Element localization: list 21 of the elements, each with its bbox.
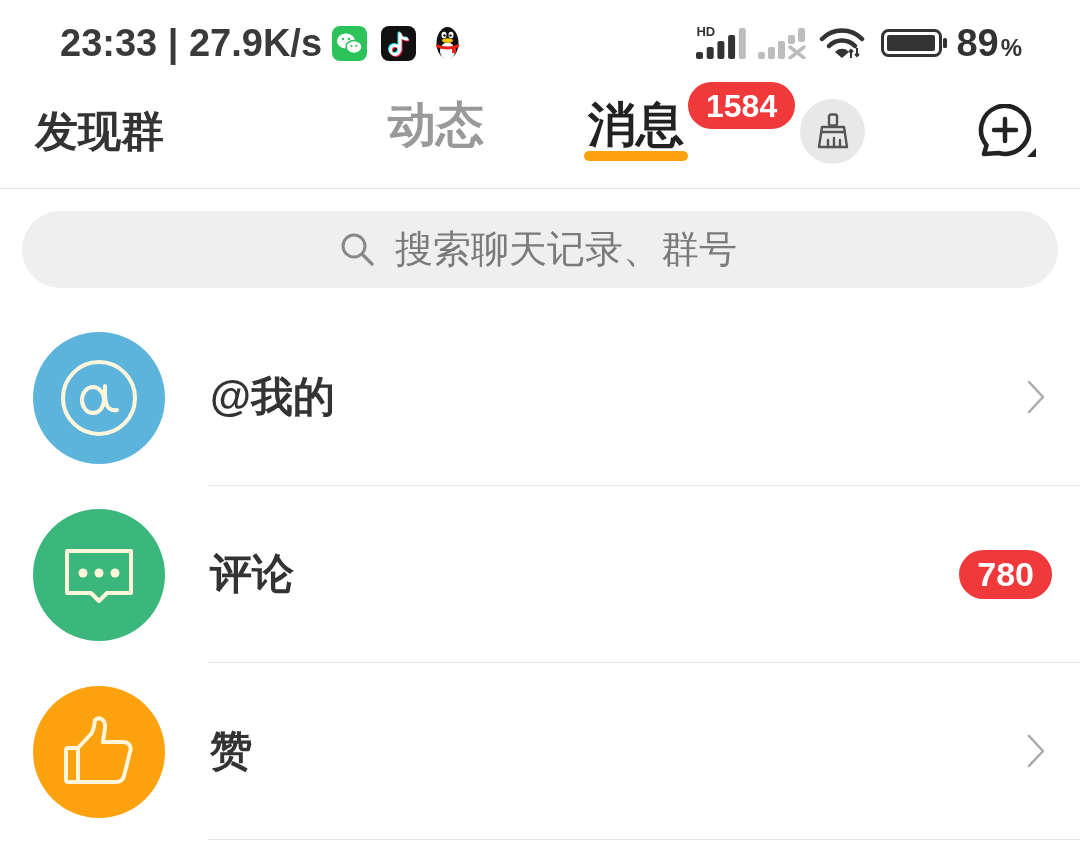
- battery-icon: [881, 29, 949, 57]
- list-item-label[interactable]: 评论: [210, 553, 294, 595]
- list-item-label[interactable]: 赞: [210, 730, 252, 772]
- header-link[interactable]: 发现群: [35, 109, 164, 153]
- music-note-app-icon: [381, 25, 417, 61]
- signal-bars-icon: [696, 27, 747, 59]
- list-item-label[interactable]: @我的: [210, 376, 335, 418]
- chevron-right-icon: [1027, 380, 1045, 414]
- unread-badge: 1584: [688, 82, 796, 129]
- battery-percent: 89: [956, 24, 999, 62]
- search-icon: [340, 232, 374, 266]
- wifi-icon: [819, 28, 866, 58]
- search-field[interactable]: 搜索聊天记录、群号: [22, 211, 1058, 288]
- no-signal-icon: [758, 27, 807, 59]
- unread-badge: 780: [959, 549, 1052, 599]
- hd-label: HD: [696, 24, 716, 38]
- chevron-right-icon: [1027, 734, 1045, 768]
- percent-sign: %: [1000, 36, 1022, 60]
- tab[interactable]: 消息: [584, 101, 688, 161]
- broom-icon: [815, 113, 850, 149]
- chat-bubbles-app-icon: [332, 25, 368, 61]
